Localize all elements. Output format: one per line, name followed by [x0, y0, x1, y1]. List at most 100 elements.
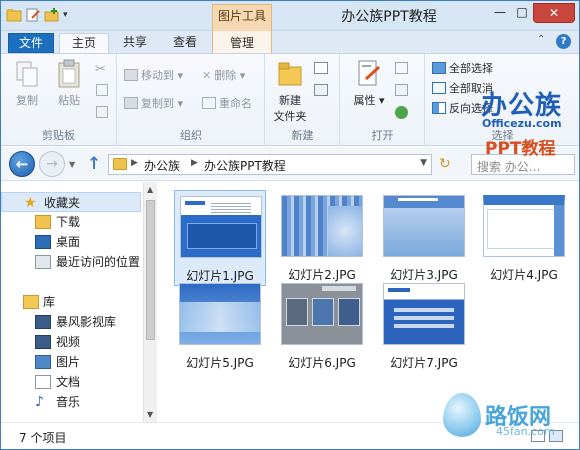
breadcrumb-separator-icon[interactable]: ▶	[131, 158, 138, 168]
properties-button[interactable]: 属性 ▾	[349, 59, 389, 108]
back-button[interactable]: ←	[9, 151, 35, 177]
new-folder-button[interactable]: 新建 文件夹	[268, 59, 312, 124]
delete-button[interactable]: ✕ 删除 ▾	[202, 68, 245, 84]
clipboard-group: 复制 粘贴 ✂ 剪贴板	[1, 54, 117, 146]
address-bar[interactable]: ▶ 办公族 ▶ 办公族PPT教程 ▼	[108, 154, 432, 175]
tab-share[interactable]: 共享	[113, 33, 157, 53]
copy-path-icon[interactable]	[96, 84, 108, 96]
scroll-down-icon[interactable]: ▼	[147, 410, 153, 419]
file-item[interactable]: 幻灯片7.JPG	[378, 278, 470, 374]
invert-selection-icon	[432, 102, 446, 114]
copy-to-button[interactable]: 复制到 ▾	[124, 96, 183, 112]
up-arrow-icon[interactable]: ↑	[87, 154, 101, 174]
sidebar-item-pictures[interactable]: 图片	[1, 352, 141, 372]
video-icon	[35, 335, 51, 349]
tab-manage[interactable]: 管理	[212, 31, 272, 53]
open-icon[interactable]	[395, 62, 408, 74]
minimize-button[interactable]: —	[489, 3, 511, 23]
file-item[interactable]: 幻灯片1.JPG	[174, 190, 266, 286]
sidebar-item-desktop[interactable]: 桌面	[1, 232, 141, 252]
video-library-icon	[35, 315, 51, 329]
download-folder-icon	[35, 215, 51, 229]
refresh-icon[interactable]: ↻	[439, 156, 451, 172]
new-folder-quick-icon[interactable]	[44, 7, 60, 23]
slide-thumbnail	[179, 283, 261, 345]
address-dropdown-icon[interactable]: ▼	[420, 158, 427, 168]
file-item[interactable]: 幻灯片5.JPG	[174, 278, 266, 374]
slide-thumbnail	[383, 283, 465, 345]
scrollbar-thumb[interactable]	[146, 200, 155, 340]
breadcrumb-separator-icon[interactable]: ▶	[191, 158, 198, 168]
forward-arrow-icon: →	[46, 156, 58, 172]
cut-icon[interactable]: ✂	[95, 62, 106, 77]
breadcrumb-item[interactable]: 办公族	[144, 157, 180, 174]
help-icon[interactable]: ?	[556, 34, 571, 49]
copy-button[interactable]: 复制	[9, 59, 45, 108]
window-title: 办公族PPT教程	[341, 9, 437, 25]
sidebar-item-label: 暴风影视库	[56, 315, 117, 329]
customize-qat-icon[interactable]: ▾	[63, 7, 79, 23]
sidebar-item-music[interactable]: ♪ 音乐	[1, 392, 141, 412]
copy-to-icon	[124, 97, 138, 109]
easy-access-icon[interactable]	[314, 84, 328, 96]
slide-thumbnail	[281, 283, 363, 345]
new-folder-label-line1: 新建	[279, 94, 301, 107]
ribbon-tabs: 文件 主页 共享 查看 管理 ⌃ ?	[1, 31, 579, 54]
forward-button[interactable]: →	[39, 151, 65, 177]
address-folder-icon	[113, 158, 127, 170]
file-item[interactable]: 幻灯片3.JPG	[378, 190, 470, 286]
file-item[interactable]: 幻灯片2.JPG	[276, 190, 368, 286]
sidebar-item-libraries[interactable]: 库	[1, 292, 141, 312]
slide-thumbnail	[383, 195, 465, 257]
tab-home[interactable]: 主页	[59, 33, 109, 54]
tab-view[interactable]: 查看	[161, 33, 209, 53]
move-to-button[interactable]: 移动到 ▾	[124, 68, 183, 84]
open-group: 属性 ▾ 打开	[341, 54, 425, 146]
organize-group-label: 组织	[180, 129, 202, 142]
sidebar-item-label: 图片	[56, 355, 81, 369]
open-group-label: 打开	[371, 129, 394, 142]
sidebar-item-recent[interactable]: 最近访问的位置	[1, 252, 141, 272]
delete-icon: ✕	[202, 69, 212, 82]
scroll-up-icon[interactable]: ▲	[147, 185, 153, 194]
sidebar-item-label: 最近访问的位置	[56, 255, 141, 269]
maximize-button[interactable]: □	[511, 3, 533, 23]
file-name: 幻灯片7.JPG	[390, 356, 458, 370]
navigation-scrollbar[interactable]: ▲ ▼	[143, 182, 157, 422]
paste-label: 粘贴	[58, 94, 80, 107]
file-item[interactable]: 幻灯片6.JPG	[276, 278, 368, 374]
sidebar-item-favorites[interactable]: ★ 收藏夹	[1, 192, 141, 212]
paste-button[interactable]: 粘贴	[51, 59, 87, 108]
close-button[interactable]: ✕	[533, 3, 575, 23]
ribbon-collapse-icon[interactable]: ⌃	[537, 34, 545, 45]
sidebar-item-downloads[interactable]: 下载	[1, 212, 141, 232]
file-name: 幻灯片5.JPG	[186, 356, 254, 370]
rename-label: 重命名	[219, 97, 252, 110]
paste-shortcut-icon[interactable]	[96, 106, 108, 118]
breadcrumb-item[interactable]: 办公族PPT教程	[204, 157, 286, 174]
tab-file[interactable]: 文件	[8, 33, 54, 53]
organize-group: 移动到 ▾ 复制到 ▾ ✕ 删除 ▾ 重命名 组织	[118, 54, 265, 146]
sidebar-item-videos[interactable]: 视频	[1, 332, 141, 352]
sidebar-item-video-library[interactable]: 暴风影视库	[1, 312, 141, 332]
back-arrow-icon: ←	[15, 155, 29, 173]
copy-to-label: 复制到	[141, 97, 174, 110]
move-to-label: 移动到	[141, 69, 174, 82]
file-name: 幻灯片6.JPG	[288, 356, 356, 370]
edit-icon[interactable]	[395, 84, 408, 96]
sidebar-item-label: 下载	[56, 215, 81, 229]
file-item[interactable]: 幻灯片4.JPG	[478, 190, 570, 286]
history-icon[interactable]	[395, 106, 408, 119]
rename-button[interactable]: 重命名	[202, 96, 252, 112]
select-all-button[interactable]: 全部选择	[432, 61, 493, 77]
new-item-icon[interactable]	[314, 62, 328, 74]
recent-locations-dropdown-icon[interactable]: ▼	[69, 160, 75, 169]
properties-quick-icon[interactable]	[25, 7, 41, 23]
water-drop-logo-icon	[443, 393, 481, 437]
select-none-icon	[432, 82, 446, 94]
sidebar-item-documents[interactable]: 文档	[1, 372, 141, 392]
documents-icon	[35, 375, 51, 389]
new-group: 新建 文件夹 新建	[266, 54, 340, 146]
folder-icon	[6, 7, 22, 23]
delete-label: 删除	[214, 69, 237, 82]
